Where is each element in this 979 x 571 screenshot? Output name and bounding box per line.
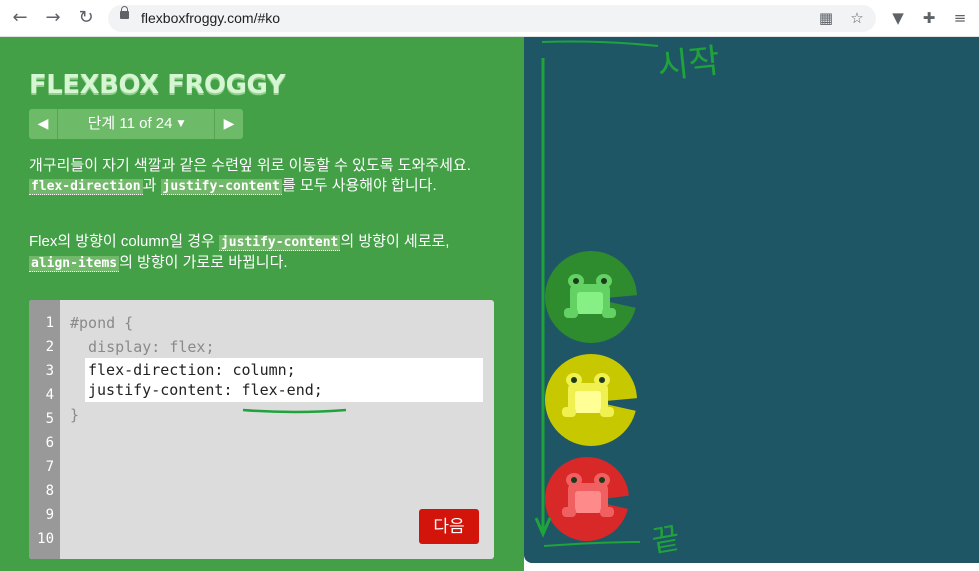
code-line-display: display: flex;: [70, 338, 215, 356]
caret-down-icon: ▼: [177, 119, 185, 130]
instruction-text: 의 방향이 세로로,: [340, 233, 450, 250]
url-text[interactable]: flexboxfroggy.com/#ko: [141, 10, 280, 26]
level-indicator[interactable]: 단계 11 of 24 ▼: [57, 109, 215, 139]
frog-leg: [564, 308, 578, 318]
frog-yellow: [562, 373, 614, 421]
code-line-closing-brace: }: [70, 406, 80, 424]
line-number: 10: [37, 531, 54, 547]
frog-leg: [562, 507, 576, 517]
previous-level-arrow-icon[interactable]: ◀: [29, 109, 58, 139]
extension-vue-icon[interactable]: ▼: [888, 8, 908, 28]
media-queue-icon[interactable]: ≡: [950, 8, 970, 28]
extensions-puzzle-icon[interactable]: ✚: [919, 8, 939, 28]
next-level-arrow-icon[interactable]: ▶: [214, 109, 243, 139]
instruction-paragraph-2: Flex의 방향이 column일 경우 justify-content 의 방향…: [29, 232, 489, 274]
instruction-text: 의 방향이 가로로 바뀝니다.: [119, 254, 288, 271]
code-line-selector: #pond {: [70, 314, 134, 332]
line-number: 6: [45, 435, 54, 451]
reload-icon[interactable]: ↻: [75, 7, 97, 29]
code-input-line-2[interactable]: justify-content: flex-end;: [88, 381, 323, 399]
line-number: 1: [45, 315, 54, 331]
frog-leg: [602, 308, 616, 318]
line-number: 7: [45, 459, 54, 475]
instruction-text: 개구리들이 자기 색깔과 같은 수련잎 위로 이동할 수 있도록 도와주세요.: [29, 157, 471, 174]
back-arrow-icon[interactable]: ←: [9, 7, 31, 29]
code-term-flex-direction[interactable]: flex-direction: [29, 179, 143, 195]
frog-belly: [575, 391, 601, 413]
frog-belly: [577, 292, 603, 314]
instruction-text: 과: [142, 177, 161, 194]
level-selector: ◀ 단계 11 of 24 ▼ ▶: [29, 109, 243, 139]
frog-belly: [575, 491, 601, 513]
code-term-align-items[interactable]: align-items: [29, 256, 120, 272]
frog-leg: [600, 407, 614, 417]
address-bar[interactable]: flexboxfroggy.com/#ko ▦ ☆: [108, 5, 876, 32]
level-label: 단계 11 of 24: [87, 115, 173, 132]
code-term-justify-content[interactable]: justify-content: [160, 179, 282, 195]
next-button[interactable]: 다음: [419, 509, 479, 544]
browser-toolbar: ← → ↻ flexboxfroggy.com/#ko ▦ ☆ ▼ ✚ ≡: [0, 0, 979, 37]
code-term-justify-content[interactable]: justify-content: [218, 235, 341, 251]
frog-leg: [562, 407, 576, 417]
frog-green: [564, 274, 616, 322]
line-number: 3: [45, 363, 54, 379]
qr-code-icon[interactable]: ▦: [817, 9, 835, 27]
css-editor: 1 2 3 4 5 6 7 8 9 10 #pond { display: fl…: [29, 300, 494, 559]
instruction-text: Flex의 방향이 column일 경우: [29, 233, 219, 250]
line-number: 5: [45, 411, 54, 427]
lock-icon[interactable]: [120, 6, 129, 19]
line-number: 4: [45, 387, 54, 403]
instructions-pane: FLEXBOX FROGGY ◀ 단계 11 of 24 ▼ ▶ 개구리들이 자기…: [0, 37, 524, 571]
bookmark-star-icon[interactable]: ☆: [848, 9, 866, 27]
frog-red: [562, 473, 614, 521]
line-number: 8: [45, 483, 54, 499]
line-number: 2: [45, 339, 54, 355]
frog-leg: [600, 507, 614, 517]
pond-board: [524, 37, 979, 563]
instruction-paragraph-1: 개구리들이 자기 색깔과 같은 수련잎 위로 이동할 수 있도록 도와주세요. …: [29, 156, 489, 197]
line-number-gutter: 1 2 3 4 5 6 7 8 9 10: [29, 300, 60, 559]
line-number: 9: [45, 507, 54, 523]
code-input-line-1[interactable]: flex-direction: column;: [88, 361, 296, 379]
instruction-text: 를 모두 사용해야 합니다.: [281, 177, 437, 194]
game-logo: FLEXBOX FROGGY: [29, 70, 286, 100]
code-input-textarea[interactable]: flex-direction: column; justify-content:…: [85, 358, 483, 402]
forward-arrow-icon[interactable]: →: [42, 7, 64, 29]
